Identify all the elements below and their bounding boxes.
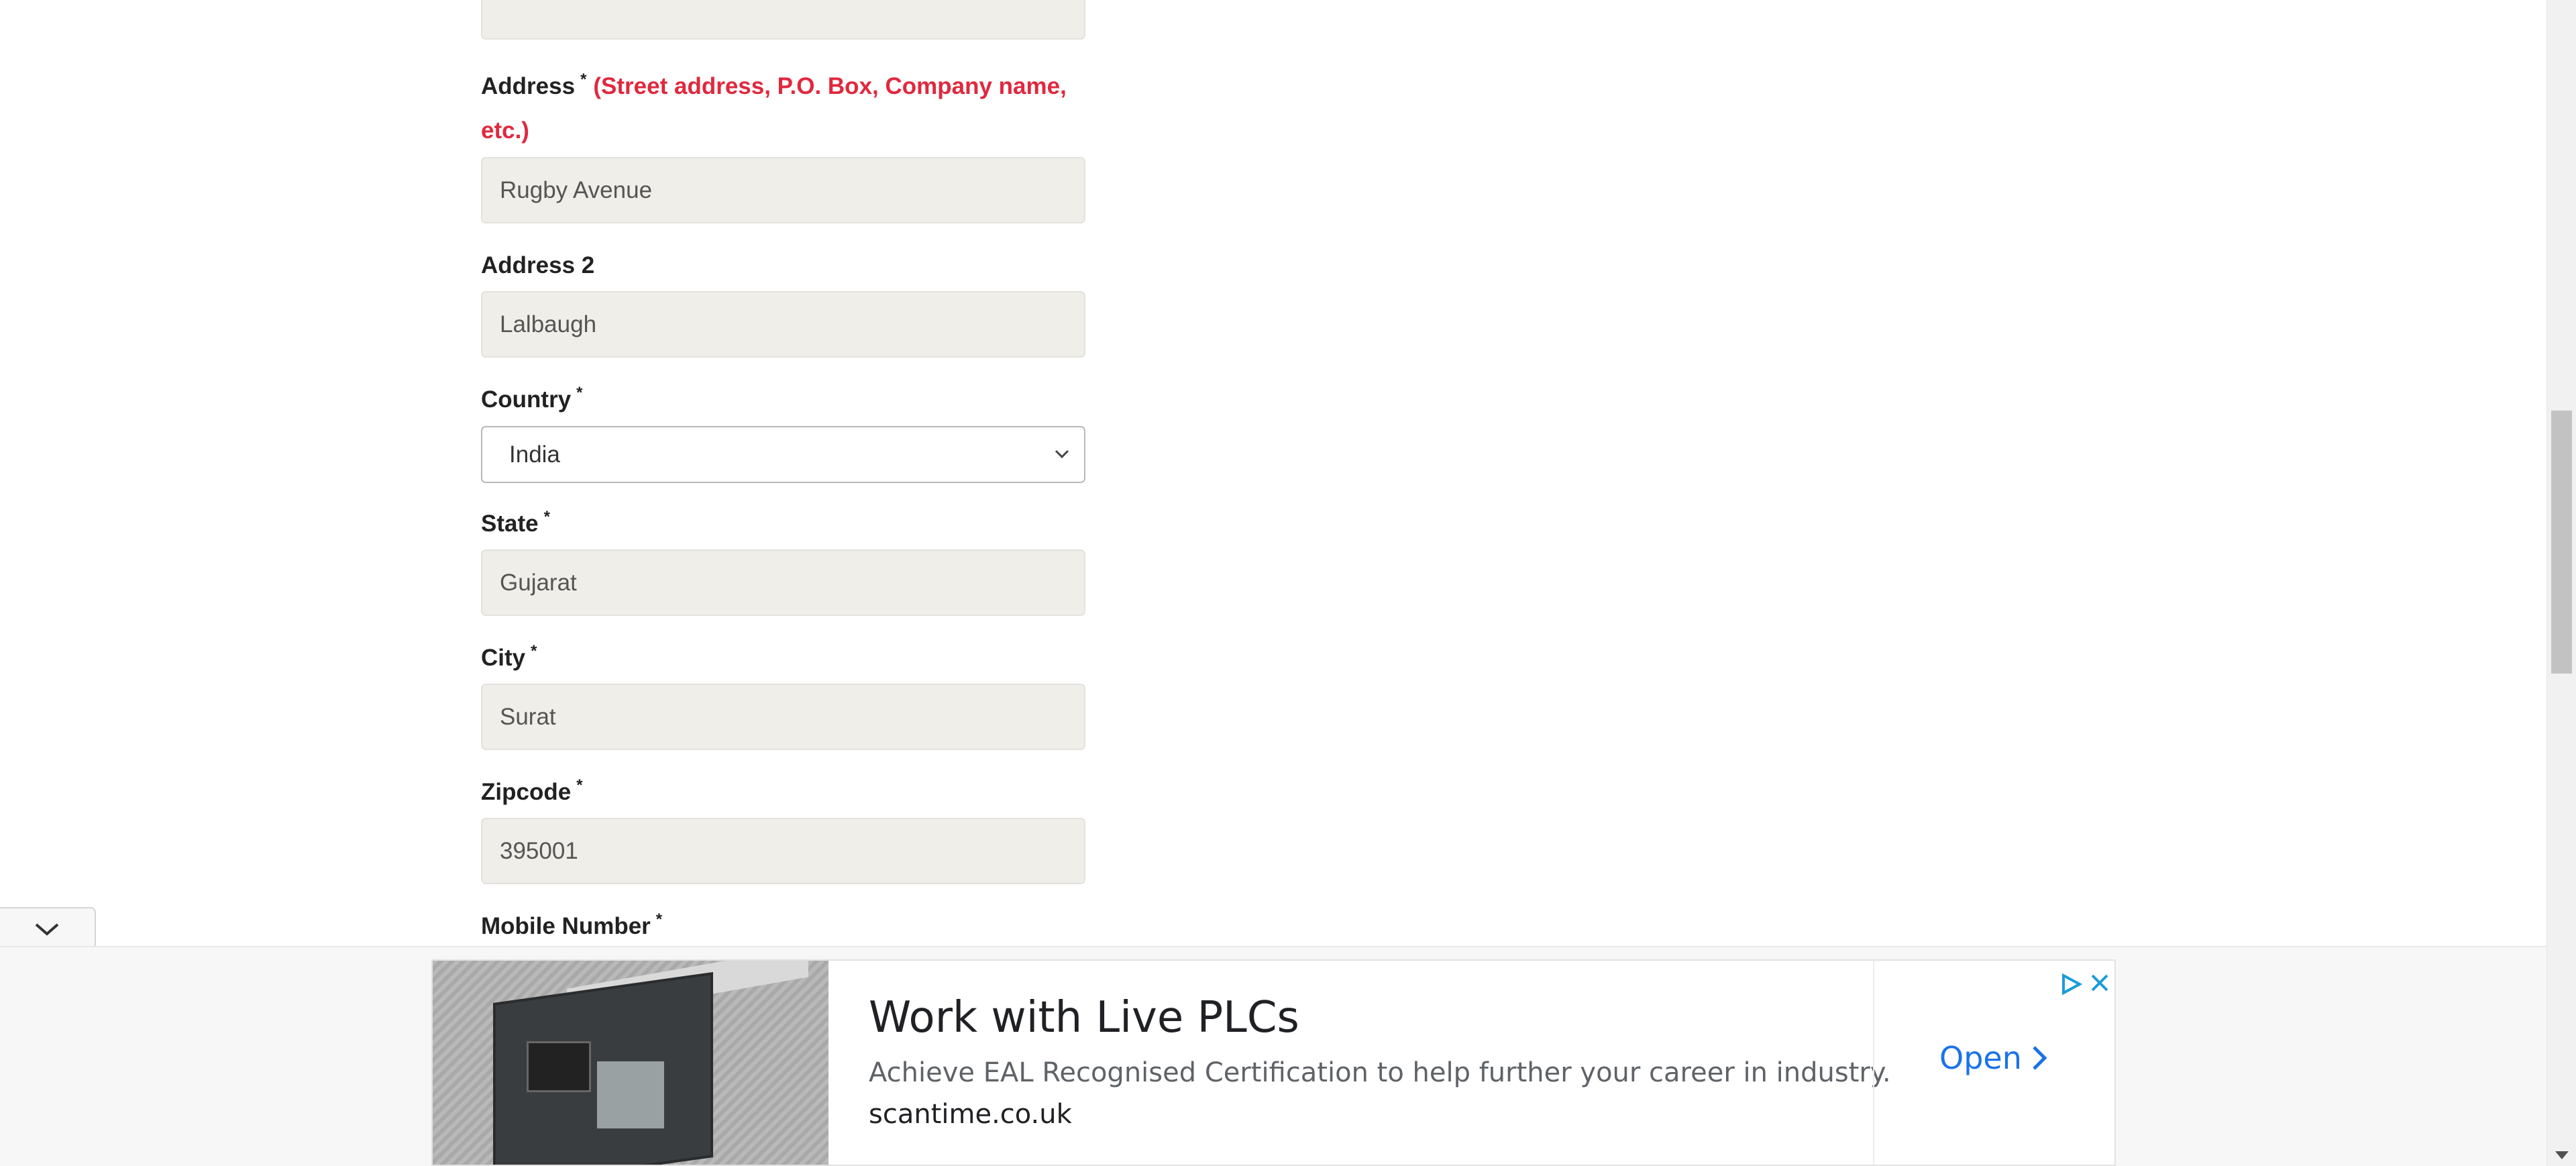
chevron-right-icon	[2033, 1046, 2047, 1070]
state-label: State *	[481, 508, 550, 541]
city-label: City *	[481, 642, 537, 676]
page-viewport: Address * (Street address, P.O. Box, Compa…	[0, 0, 2576, 1166]
previous-field[interactable]	[481, 0, 1085, 40]
ad-domain[interactable]: scantime.co.uk	[869, 1099, 1072, 1130]
mobile-label-text: Mobile Number	[481, 913, 651, 939]
country-required-mark: *	[576, 384, 583, 402]
scrollbar-thumb[interactable]	[2551, 411, 2572, 674]
address2-label-text: Address 2	[481, 252, 595, 278]
zipcode-input[interactable]: 395001	[481, 818, 1085, 884]
address-label-text: Address	[481, 73, 576, 99]
scroll-down-arrow-icon[interactable]	[2555, 1151, 2569, 1159]
state-input[interactable]: Gujarat	[481, 549, 1085, 616]
country-selected-value: India	[509, 441, 560, 468]
zipcode-label: Zipcode *	[481, 776, 583, 810]
ad-open-label: Open	[1939, 1040, 2022, 1076]
ad-card[interactable]: Work with Live PLCs Achieve EAL Recognis…	[431, 959, 2116, 1166]
city-required-mark: *	[531, 642, 537, 660]
address-label: Address * (Street address, P.O. Box, Compa…	[481, 66, 1105, 152]
plc-screen	[527, 1041, 591, 1092]
ad-title[interactable]: Work with Live PLCs	[869, 993, 1299, 1043]
plc-keys	[597, 1061, 664, 1128]
address-input[interactable]: Rugby Avenue	[481, 157, 1085, 223]
ad-description: Achieve EAL Recognised Certification to …	[869, 1057, 1891, 1088]
state-label-text: State	[481, 511, 539, 537]
address-required-mark: *	[580, 70, 587, 89]
zipcode-label-text: Zipcode	[481, 779, 572, 805]
mobile-label: Mobile Number *	[481, 910, 663, 944]
address2-label: Address 2	[481, 251, 594, 280]
ad-open-button[interactable]: Open	[1939, 1040, 2047, 1076]
zipcode-required-mark: *	[576, 776, 583, 794]
city-label-text: City	[481, 645, 526, 671]
address2-input[interactable]: Lalbaugh	[481, 291, 1085, 358]
adchoices-icon[interactable]	[2059, 973, 2082, 996]
country-label-text: Country	[481, 386, 572, 413]
city-input[interactable]: Surat	[481, 684, 1085, 750]
close-icon[interactable]	[2090, 973, 2110, 993]
vertical-scrollbar[interactable]	[2546, 0, 2576, 1166]
ad-text-block[interactable]: Work with Live PLCs Achieve EAL Recognis…	[869, 961, 1891, 1165]
mobile-required-mark: *	[655, 910, 663, 929]
country-label: Country *	[481, 384, 583, 417]
state-required-mark: *	[543, 508, 550, 526]
plc-device-photo[interactable]	[433, 961, 828, 1165]
chevron-down-icon	[35, 923, 59, 936]
country-select[interactable]: India	[481, 426, 1085, 483]
chevron-down-icon	[1055, 449, 1069, 459]
ad-collapse-button[interactable]	[0, 907, 96, 947]
ad-divider	[1873, 961, 1874, 1165]
